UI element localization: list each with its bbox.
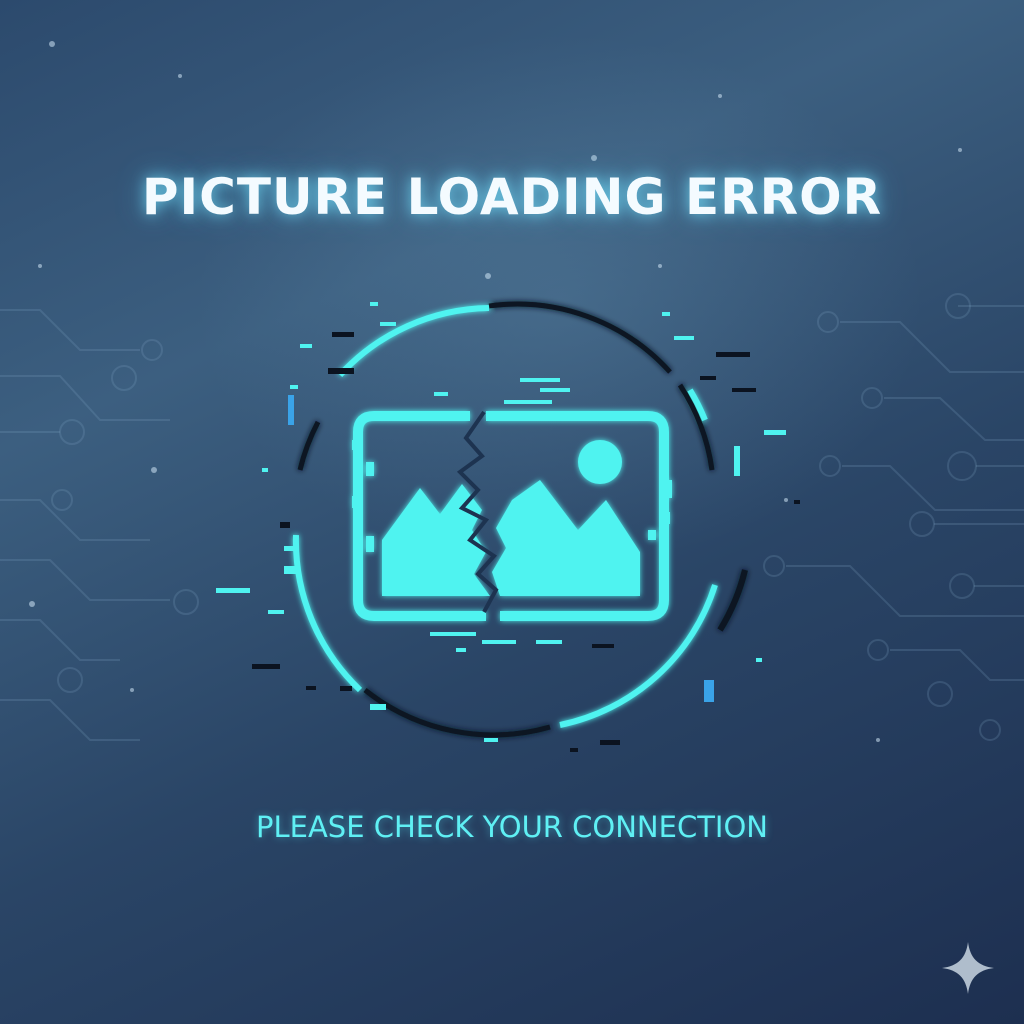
sparkle-icon	[942, 942, 994, 994]
error-message: PLEASE CHECK YOUR CONNECTION	[256, 810, 768, 844]
error-title: PICTURE LOADING ERROR	[141, 168, 883, 226]
broken-image-icon	[200, 290, 820, 770]
